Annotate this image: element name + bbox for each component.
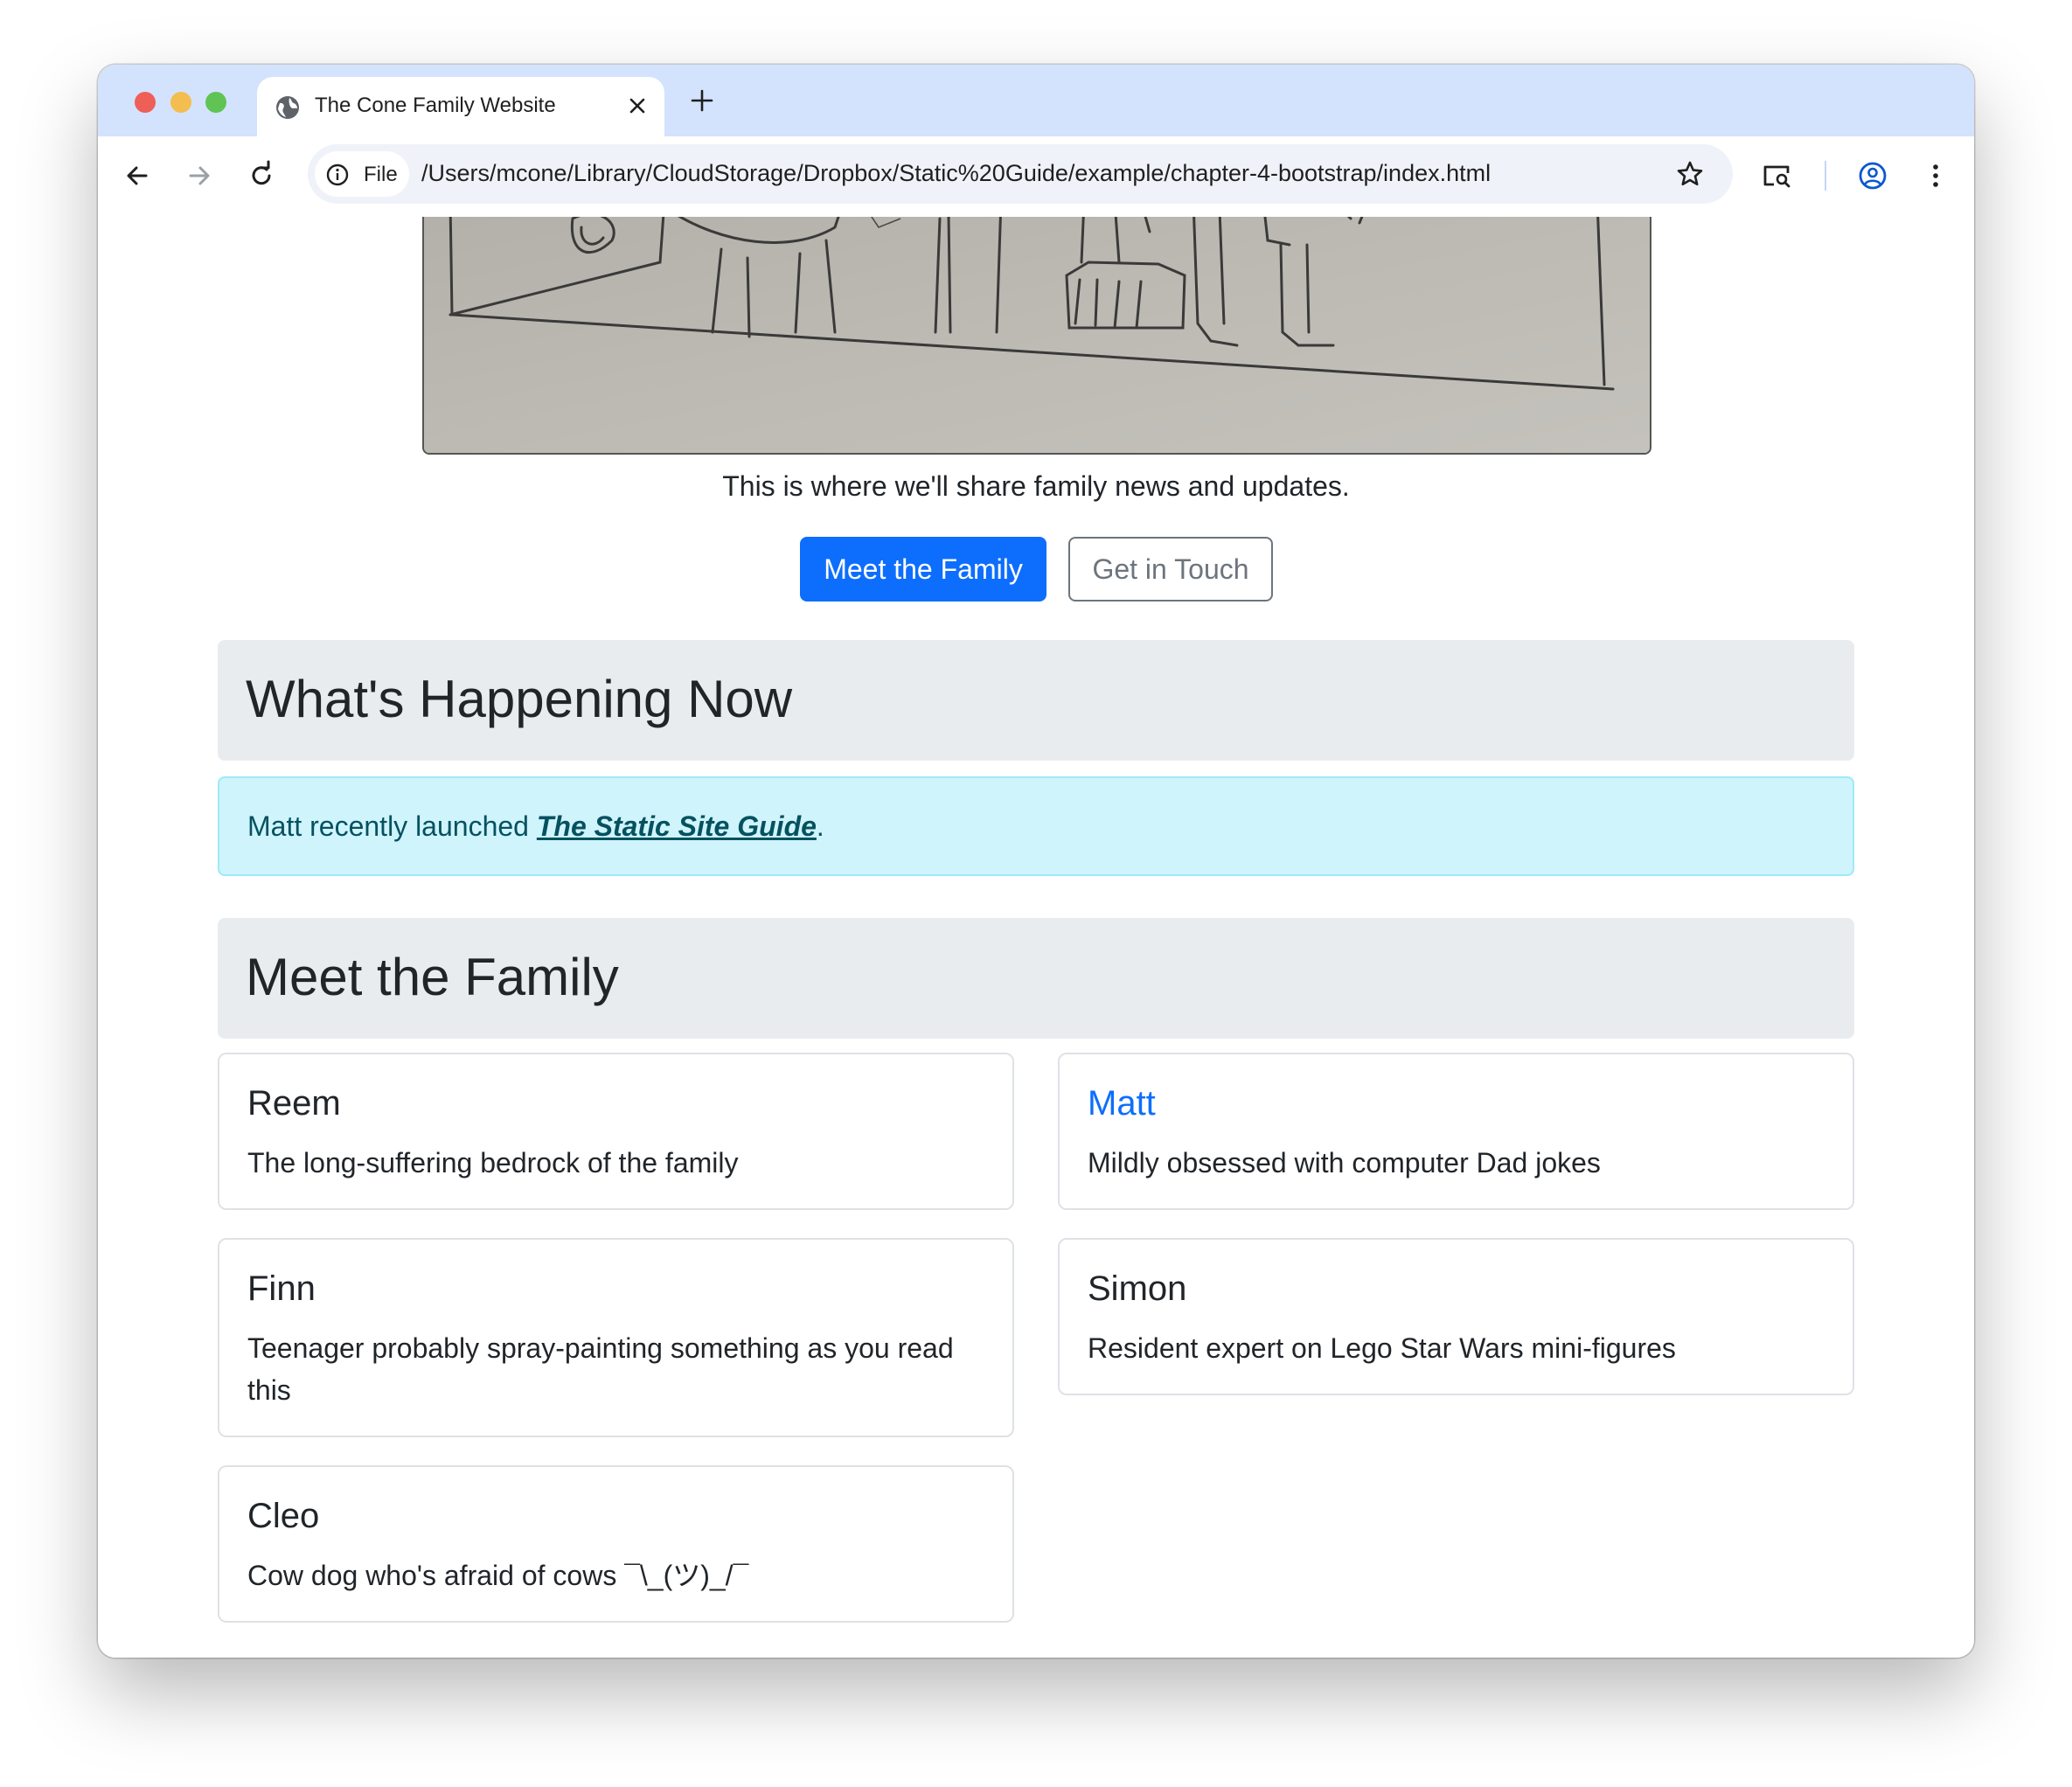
url-text[interactable]: /Users/mcone/Library/CloudStorage/Dropbo… [421,160,1491,187]
file-label: File [364,163,398,186]
plus-icon[interactable] [689,87,715,114]
close-icon[interactable] [624,93,650,119]
meet-family-button[interactable]: Meet the Family [800,537,1046,601]
get-in-touch-button[interactable]: Get in Touch [1068,537,1273,601]
member-name: Simon [1088,1269,1187,1308]
address-bar[interactable]: File /Users/mcone/Library/CloudStorage/D… [308,144,1733,204]
maximize-window-button[interactable] [205,92,226,113]
reload-icon[interactable] [245,159,278,192]
alert-prefix: Matt recently launched [247,810,537,842]
info-icon [326,163,349,186]
member-card-reem: Reem The long-suffering bedrock of the f… [218,1053,1014,1210]
active-tab[interactable]: The Cone Family Website [257,77,664,136]
member-name: Finn [247,1269,316,1308]
member-description: Teenager probably spray-painting somethi… [247,1332,954,1406]
globe-icon [276,96,299,119]
cast-search-icon[interactable] [1760,159,1793,192]
star-icon[interactable] [1673,157,1707,191]
browser-window: The Cone Family Website File /Users/mcon… [98,65,1974,1658]
static-site-guide-link[interactable]: The Static Site Guide [537,810,817,842]
browser-toolbar: File /Users/mcone/Library/CloudStorage/D… [98,136,1974,218]
member-name-link[interactable]: Matt [1088,1084,1156,1123]
family-drawing-image [422,217,1651,455]
member-name: Cleo [247,1497,320,1535]
toolbar-divider [1825,161,1826,191]
menu-icon[interactable] [1919,159,1952,192]
news-section-header: What's Happening Now [218,640,1854,761]
forward-icon[interactable] [183,159,216,192]
pencil-sketch [424,217,1650,453]
page-content: This is where we'll share family news an… [98,217,1974,1658]
site-info-chip[interactable]: File [315,151,409,197]
close-window-button[interactable] [135,92,156,113]
member-card-finn: Finn Teenager probably spray-painting so… [218,1238,1014,1437]
member-card-simon: Simon Resident expert on Lego Star Wars … [1058,1238,1854,1395]
member-name: Reem [247,1084,341,1123]
member-description: The long-suffering bedrock of the family [247,1147,739,1179]
alert-suffix: . [816,810,824,842]
member-description: Mildly obsessed with computer Dad jokes [1088,1147,1601,1179]
tab-strip: The Cone Family Website [98,65,1974,136]
member-card-matt: Matt Mildly obsessed with computer Dad j… [1058,1053,1854,1210]
member-card-cleo: Cleo Cow dog who's afraid of cows ¯\_(ツ)… [218,1465,1014,1623]
tab-title: The Cone Family Website [315,94,556,117]
family-section-header: Meet the Family [218,918,1854,1039]
back-icon[interactable] [121,159,154,192]
member-description: Cow dog who's afraid of cows ¯\_(ツ)_/¯ [247,1560,749,1591]
profile-icon[interactable] [1856,159,1889,192]
minimize-window-button[interactable] [170,92,191,113]
news-heading: What's Happening Now [246,670,793,728]
hero-tagline: This is where we'll share family news an… [722,470,1350,502]
family-heading: Meet the Family [246,948,619,1006]
member-description: Resident expert on Lego Star Wars mini-f… [1088,1332,1676,1364]
alert-text: Matt recently launched The Static Site G… [247,810,824,843]
news-alert: Matt recently launched The Static Site G… [218,776,1854,876]
